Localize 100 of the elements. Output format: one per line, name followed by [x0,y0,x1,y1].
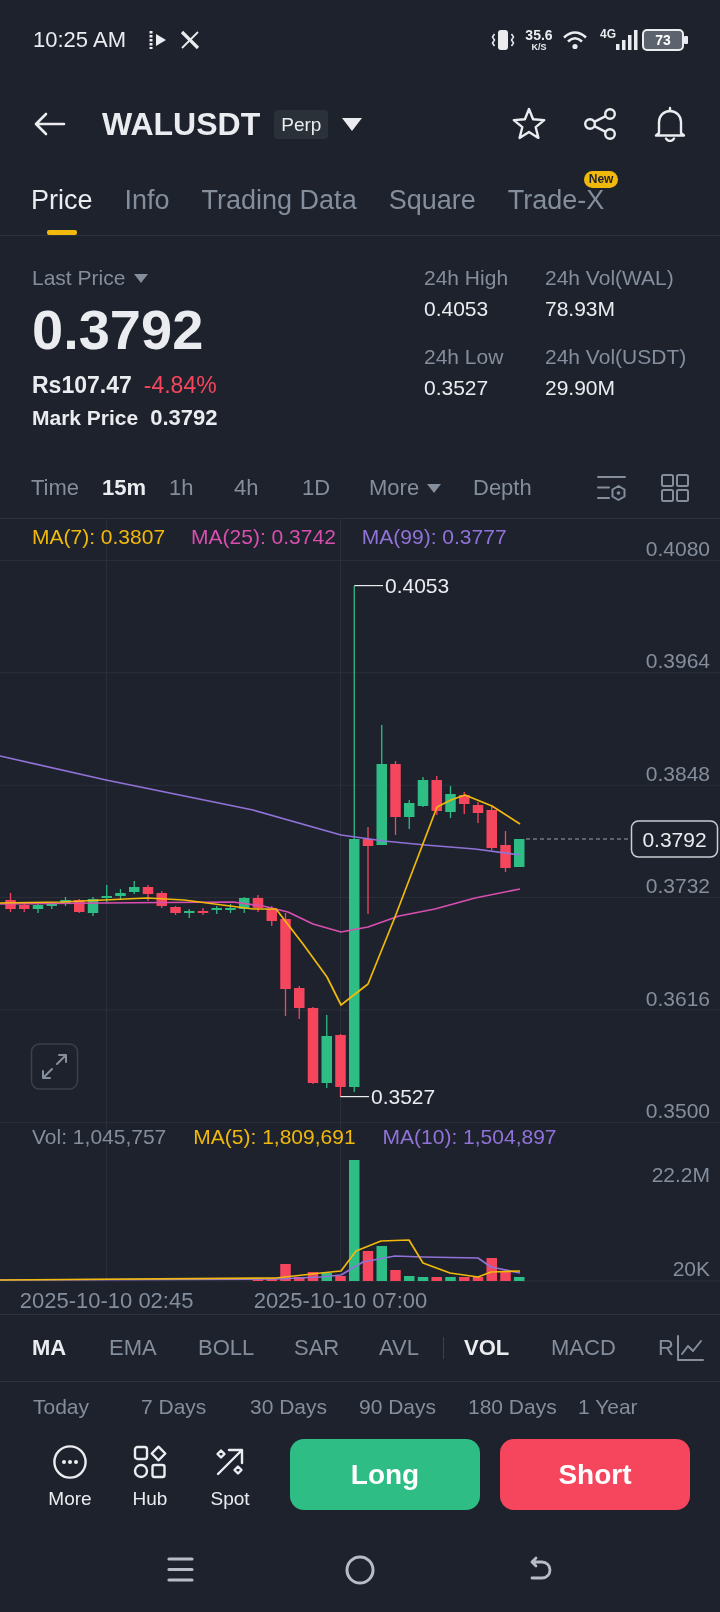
price-axis-label: 0.3616 [645,986,710,1010]
expand-button[interactable] [30,1043,79,1090]
interval-tab[interactable]: 1D [302,473,331,503]
candlestick [472,801,484,824]
current-price-tag: 0.3792 [630,820,719,858]
caret-icon[interactable] [342,117,363,131]
volume-bar [335,1276,346,1281]
interval-tab[interactable]: 4h [234,473,259,503]
volume-axis-label: 20K [672,1256,710,1280]
interval-tab[interactable]: Depth [473,473,532,503]
more-button[interactable]: More [35,1445,105,1510]
leader-line [339,1096,370,1098]
share-icon[interactable] [583,107,617,141]
candlestick [431,775,442,816]
volume-bar [390,1270,401,1281]
volume-reading: Vol: 1,045,757 [32,1124,167,1150]
indicator-tab[interactable]: BOLL [198,1333,255,1363]
ellipsis-icon [53,1445,87,1479]
stat-value: 0.4053 [424,296,489,322]
tab[interactable]: Square [388,168,476,235]
bell-icon[interactable] [653,106,687,142]
battery-indicator: 73 [642,29,689,51]
candlestick [87,896,99,917]
time-axis-label: 2025-10-10 02:45 [19,1287,194,1313]
volume-bar [266,1278,277,1281]
high-price-label: 0.4053 [385,574,450,598]
candlestick [19,902,30,913]
candlestick [445,785,456,819]
price-axis-label: 0.3500 [645,1098,710,1122]
indicator-tab[interactable]: VOL [464,1333,510,1363]
mark-price: 0.3792 [150,404,218,432]
stat-label: 24h Low [424,344,504,370]
short-button[interactable]: Short [500,1439,690,1510]
indicator-tab[interactable]: EMA [109,1333,157,1363]
stat-value: 29.90M [545,375,616,401]
indicator-tab[interactable]: MACD [551,1333,616,1363]
indicator-tab[interactable]: R [658,1333,674,1363]
moving-average-reading: MA(25): 0.3742 [191,524,336,550]
candlestick [197,907,209,916]
signal-icon [616,30,638,50]
volume-axis-label: 22.2M [651,1163,710,1187]
period-label: 30 Days [250,1394,328,1420]
network-speed: 35.6 [525,28,553,42]
symbol-title[interactable]: WALUSDT [102,104,261,144]
period-label: 180 Days [468,1394,557,1420]
home-icon[interactable] [345,1554,375,1585]
interval-tab[interactable]: 15m [102,473,147,503]
caret-icon [134,273,149,283]
volume-bar [445,1277,456,1281]
contract-type-tag: Perp [274,109,329,139]
volume-bar [472,1277,484,1281]
new-badge: New [583,171,619,188]
candlestick [335,1033,346,1098]
volume-bar [500,1272,511,1281]
tab[interactable]: Info [124,168,170,235]
last-price: 0.3792 [32,300,205,360]
long-button[interactable]: Long [290,1439,480,1510]
line-chart-icon[interactable] [676,1334,704,1362]
candlestick [500,830,511,873]
back-icon[interactable] [34,112,66,136]
period-label: 7 Days [141,1394,207,1420]
indicator-tab[interactable]: MA [32,1333,67,1363]
tab[interactable]: Trading Data [201,168,357,235]
candlestick [115,888,126,901]
volume-bar [321,1273,332,1281]
volume-bar [431,1277,442,1281]
stat-label: 24h Vol(USDT) [545,344,687,370]
interval-tab[interactable]: Time [31,473,80,503]
candlestick [101,884,112,904]
indicator-tab[interactable]: AVL [379,1333,419,1363]
caret-icon [427,483,442,493]
spot-button[interactable]: Spot [195,1445,265,1510]
indicator-settings-icon[interactable] [597,474,627,502]
vibrate-icon [491,28,515,52]
candlestick [5,892,16,913]
candlestick [266,905,277,927]
volume-bar [404,1276,415,1281]
network-type: 4G [600,28,616,40]
volume-bar [459,1277,470,1281]
volume-bar [307,1272,319,1281]
stat-value: 0.3527 [424,375,489,401]
candlestick [514,838,525,868]
interval-tab[interactable]: More [369,473,442,503]
candlestick [239,896,250,914]
leader-line [353,585,384,587]
interval-tab[interactable]: 1h [169,473,194,503]
candlestick [459,791,470,815]
network-speed-unit: K/S [531,41,547,52]
layout-grid-icon[interactable] [661,474,689,502]
indicator-tab[interactable]: SAR [294,1333,340,1363]
price-axis-label: 0.4080 [645,536,710,560]
volume-bar [294,1277,305,1281]
stat-label: 24h Vol(WAL) [545,265,674,291]
tab[interactable]: Price [31,168,93,235]
star-icon[interactable] [511,107,547,141]
volume-bar [417,1277,429,1281]
period-label: 90 Days [359,1394,437,1420]
last-price-selector[interactable]: Last Price [32,264,149,292]
hub-button[interactable]: Hub [115,1445,185,1510]
menu-icon[interactable] [166,1556,194,1583]
